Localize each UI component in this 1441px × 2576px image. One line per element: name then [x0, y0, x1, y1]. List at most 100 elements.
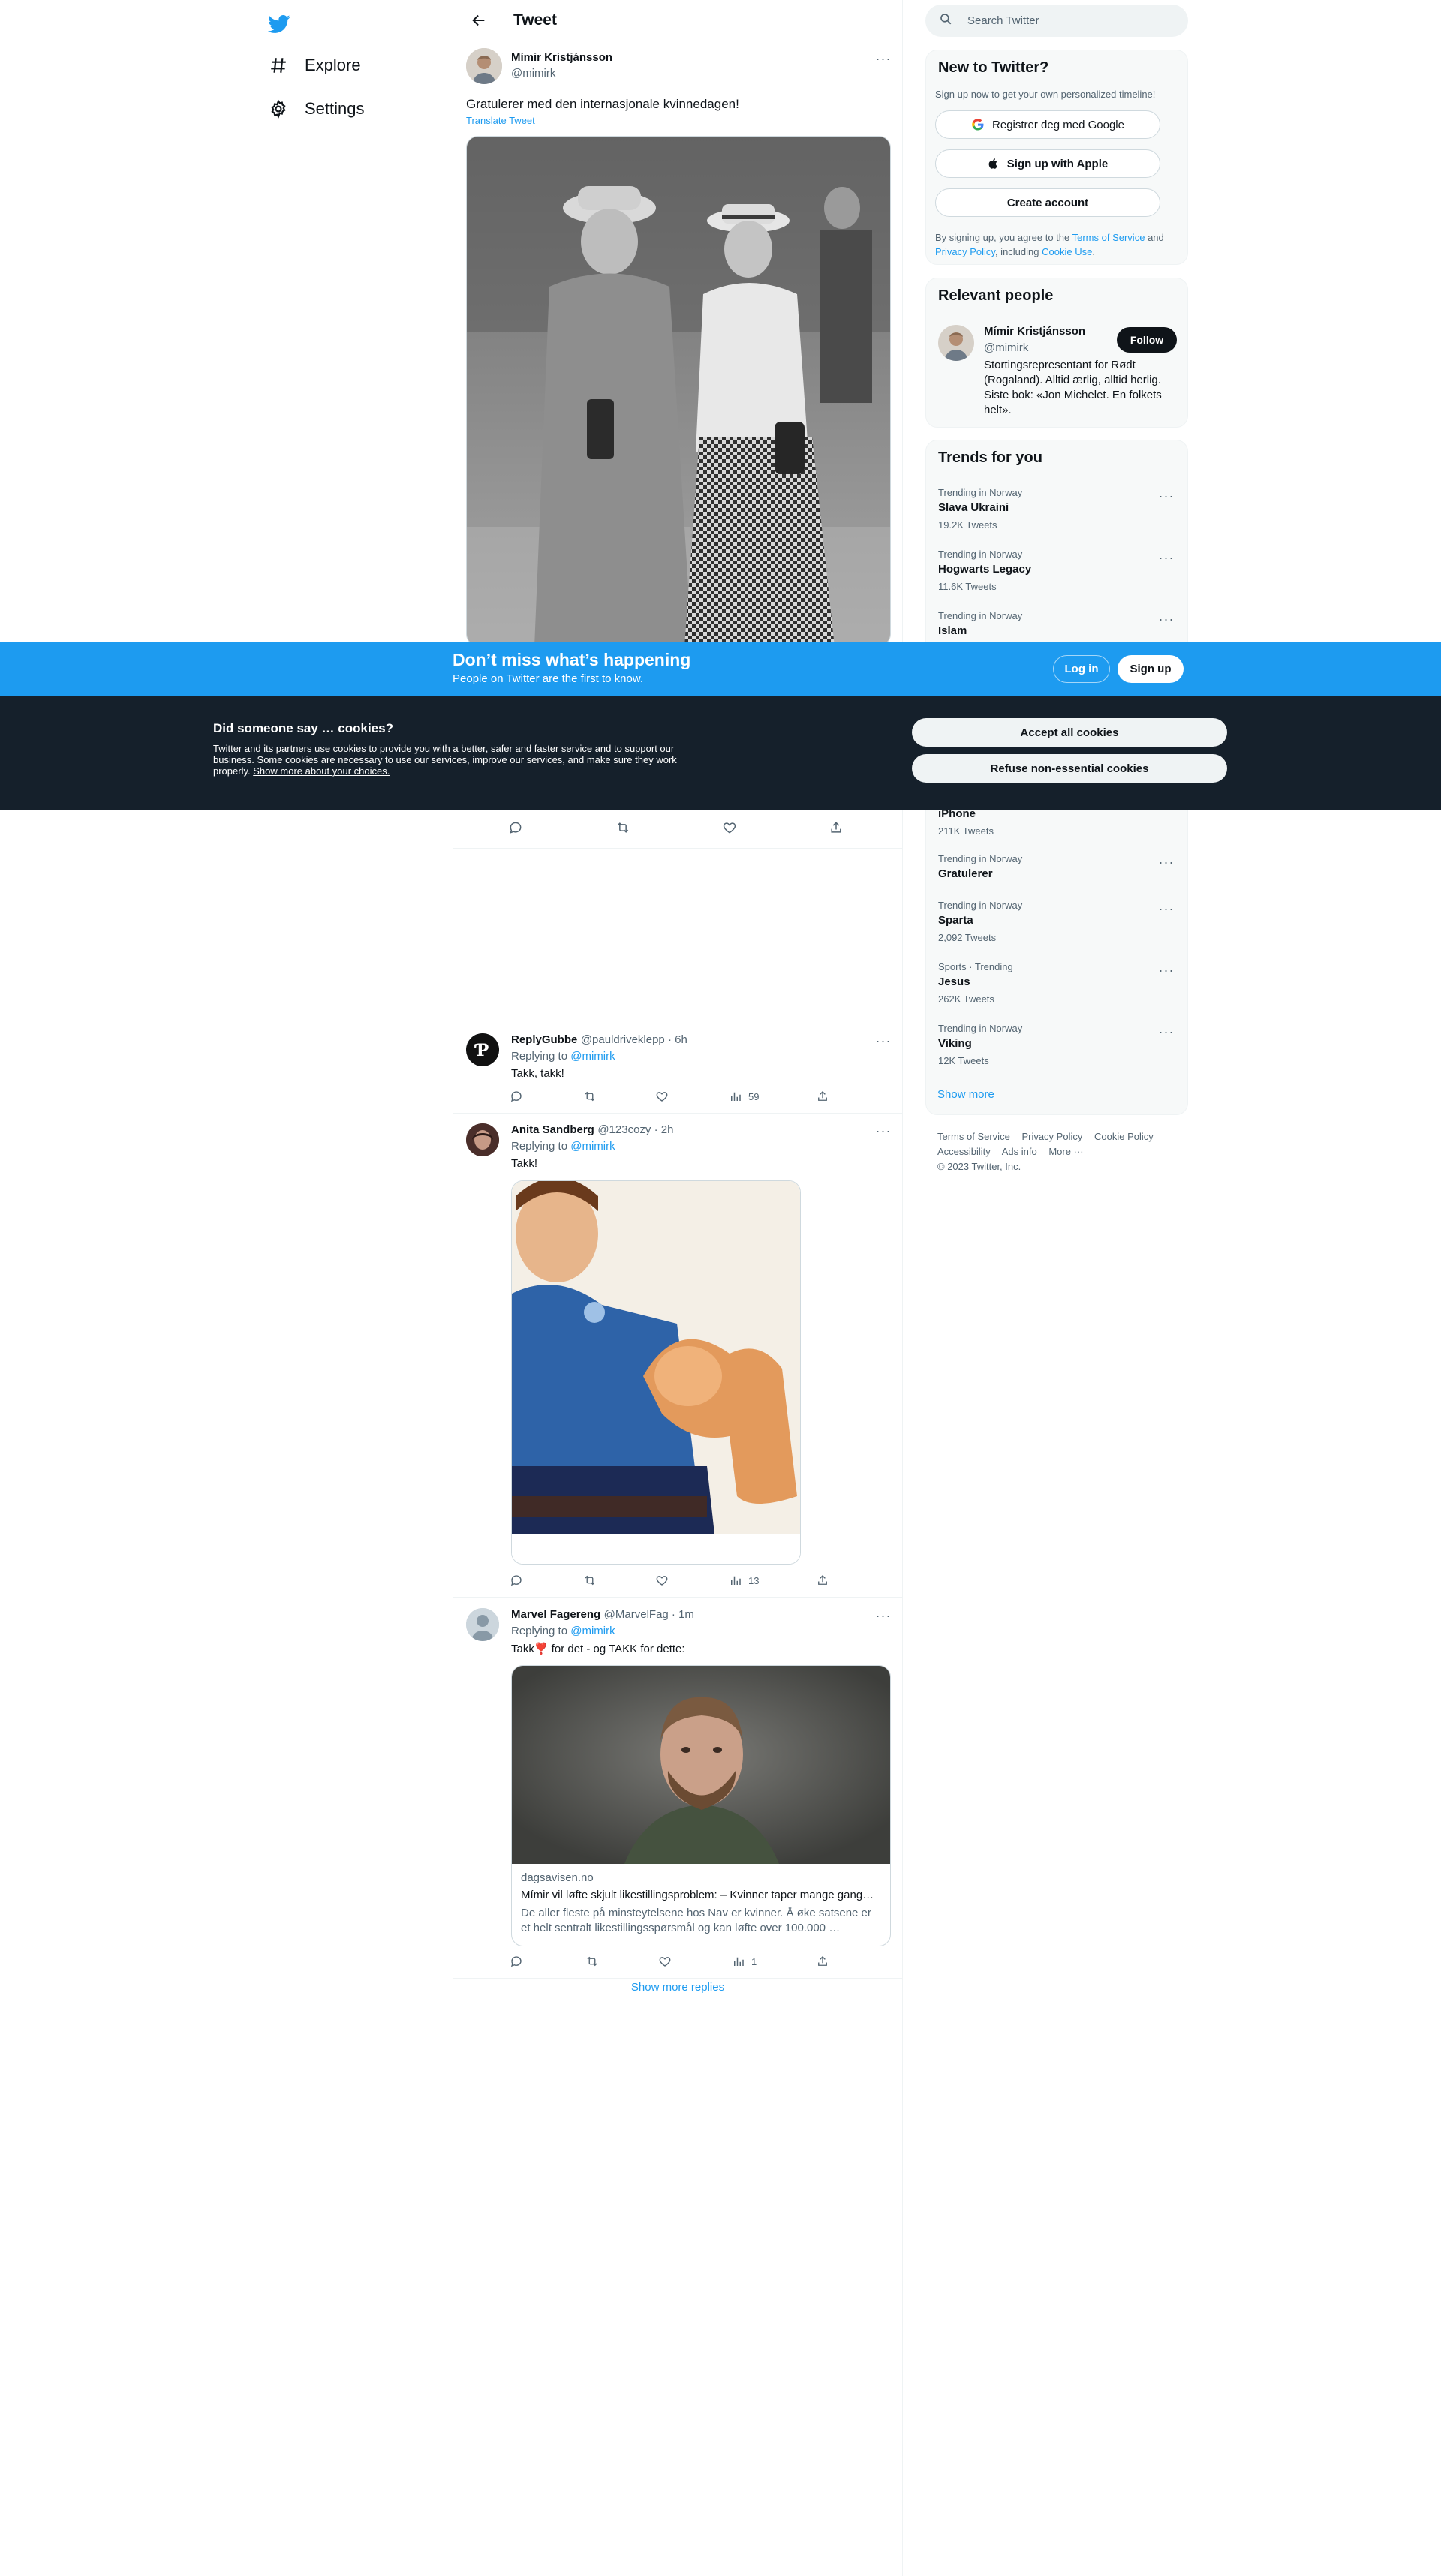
- reply-header: Anita Sandberg @123cozy · 2h: [511, 1123, 673, 1137]
- more-options-icon[interactable]: ···: [1156, 485, 1177, 506]
- like-button[interactable]: [655, 1574, 669, 1587]
- more-options-icon[interactable]: ···: [873, 48, 894, 69]
- like-button[interactable]: [658, 1955, 672, 1968]
- retweet-button[interactable]: [582, 1090, 597, 1103]
- more-options-icon[interactable]: ···: [1156, 1021, 1177, 1042]
- reply-button[interactable]: [510, 1574, 523, 1587]
- trend-item[interactable]: Trending in Norway Hogwarts Legacy 11.6K…: [926, 549, 1189, 609]
- trend-name: Islam: [938, 624, 967, 637]
- nav-item-explore[interactable]: Explore: [258, 44, 370, 86]
- terms-link[interactable]: Terms of Service: [1072, 232, 1145, 243]
- retweet-button[interactable]: [582, 1574, 597, 1587]
- author-name[interactable]: Mímir Kristjánsson: [511, 51, 612, 64]
- cookie-choices-link[interactable]: Show more about your choices.: [253, 765, 390, 777]
- author-avatar[interactable]: [466, 48, 502, 84]
- reply-avatar[interactable]: Ƥ: [466, 1033, 499, 1066]
- apple-signup-button[interactable]: Sign up with Apple: [935, 149, 1160, 178]
- trend-item[interactable]: Sports · Trending Jesus 262K Tweets ···: [926, 961, 1189, 1021]
- reply-author-meta[interactable]: @MarvelFag · 1m: [604, 1608, 694, 1621]
- show-more-replies-link[interactable]: Show more replies: [453, 1981, 902, 1994]
- footer-link-ads-info[interactable]: Ads info: [1002, 1146, 1037, 1157]
- signup-button[interactable]: Sign up: [1118, 655, 1184, 683]
- trend-item[interactable]: Trending in Norway Slava Ukraini 19.2K T…: [926, 487, 1189, 547]
- heart-icon: [656, 1576, 668, 1586]
- twitter-logo-icon[interactable]: [263, 8, 296, 41]
- translate-tweet-link[interactable]: Translate Tweet: [466, 115, 535, 126]
- views-count: 59: [748, 1090, 760, 1102]
- reply-author-meta[interactable]: @pauldriveklepp · 6h: [581, 1033, 687, 1046]
- more-options-icon[interactable]: ···: [1156, 609, 1177, 630]
- login-button[interactable]: Log in: [1053, 655, 1110, 683]
- nav-item-label: Settings: [305, 99, 365, 118]
- signup-legal-text: By signing up, you agree to the Terms of…: [935, 230, 1180, 259]
- retweet-button[interactable]: [615, 820, 631, 835]
- trend-context: Trending in Norway: [938, 487, 1023, 498]
- trend-item[interactable]: Trending in Norway Viking 12K Tweets ···: [926, 1023, 1189, 1083]
- reply-author-name[interactable]: ReplyGubbe: [511, 1033, 577, 1046]
- search-input[interactable]: Search Twitter: [967, 14, 1039, 27]
- reply-author-name[interactable]: Anita Sandberg: [511, 1123, 594, 1136]
- default-avatar-icon[interactable]: [466, 1608, 499, 1641]
- follow-button[interactable]: Follow: [1117, 327, 1177, 353]
- refuse-cookies-button[interactable]: Refuse non-essential cookies: [912, 754, 1227, 783]
- footer-link-cookie[interactable]: Cookie Policy: [1094, 1131, 1154, 1142]
- retweet-icon: [585, 1575, 595, 1586]
- like-button[interactable]: [722, 820, 737, 835]
- google-signup-button[interactable]: Registrer deg med Google: [935, 110, 1160, 139]
- reply-button[interactable]: [510, 1955, 523, 1968]
- author-handle[interactable]: @mimirk: [511, 67, 555, 80]
- person-avatar[interactable]: [938, 325, 974, 361]
- mention-link[interactable]: @mimirk: [570, 1140, 615, 1153]
- more-options-icon[interactable]: ···: [1156, 547, 1177, 568]
- reply-avatar[interactable]: [466, 1123, 499, 1156]
- trend-context: Trending in Norway: [938, 1023, 1023, 1034]
- more-options-icon[interactable]: ···: [1156, 898, 1177, 919]
- link-preview-card[interactable]: dagsavisen.no Mímir vil løfte skjult lik…: [511, 1665, 891, 1946]
- reply-text: Takk, takk!: [511, 1067, 564, 1080]
- back-arrow-icon[interactable]: [465, 7, 492, 34]
- more-options-icon[interactable]: ···: [873, 1605, 894, 1626]
- reply-photo[interactable]: [511, 1180, 801, 1565]
- footer-link-terms[interactable]: Terms of Service: [937, 1131, 1010, 1142]
- share-button[interactable]: [816, 1574, 829, 1587]
- share-button[interactable]: [829, 820, 844, 835]
- views-button[interactable]: 59: [729, 1090, 759, 1103]
- person-handle[interactable]: @mimirk: [984, 341, 1028, 354]
- create-account-button[interactable]: Create account: [935, 188, 1160, 217]
- footer-link-accessibility[interactable]: Accessibility: [937, 1146, 991, 1157]
- footer-links: Terms of Service Privacy Policy Cookie P…: [937, 1129, 1185, 1174]
- reply-author-meta[interactable]: @123cozy · 2h: [597, 1123, 673, 1136]
- reply-button[interactable]: [510, 1090, 523, 1103]
- reply-button[interactable]: [508, 820, 523, 835]
- relevant-people-panel: Relevant people Mímir Kristjánsson @mimi…: [925, 278, 1188, 428]
- accept-cookies-button[interactable]: Accept all cookies: [912, 718, 1227, 747]
- more-options-icon[interactable]: ···: [873, 1030, 894, 1051]
- tweet-photo[interactable]: [466, 136, 891, 646]
- share-button[interactable]: [816, 1090, 829, 1103]
- footer-link-privacy[interactable]: Privacy Policy: [1021, 1131, 1082, 1142]
- more-options-icon[interactable]: ···: [1156, 852, 1177, 873]
- views-count: 13: [748, 1574, 760, 1586]
- nav-item-settings[interactable]: Settings: [258, 88, 374, 130]
- trend-count: 262K Tweets: [938, 993, 994, 1005]
- retweet-button[interactable]: [585, 1955, 600, 1968]
- cookie-use-link[interactable]: Cookie Use: [1042, 246, 1092, 257]
- replying-to: Replying to @mimirk: [511, 1625, 615, 1637]
- footer-link-more[interactable]: More ···: [1048, 1146, 1083, 1157]
- like-button[interactable]: [655, 1090, 669, 1103]
- privacy-link[interactable]: Privacy Policy: [935, 246, 995, 257]
- apple-icon: [988, 157, 1000, 170]
- trend-item[interactable]: Trending in Norway Sparta 2,092 Tweets ·…: [926, 900, 1189, 960]
- show-more-trends-link[interactable]: Show more: [937, 1088, 994, 1101]
- reply-author-name[interactable]: Marvel Fagereng: [511, 1608, 600, 1621]
- share-button[interactable]: [816, 1955, 829, 1968]
- views-button[interactable]: 1: [732, 1955, 757, 1968]
- mention-link[interactable]: @mimirk: [570, 1050, 615, 1063]
- main-column: Tweet Mímir Kristjánsson @mimirk ··· Gra…: [453, 0, 903, 2576]
- search-box[interactable]: Search Twitter: [925, 5, 1188, 37]
- more-options-icon[interactable]: ···: [1156, 960, 1177, 981]
- views-button[interactable]: 13: [729, 1574, 759, 1587]
- mention-link[interactable]: @mimirk: [570, 1625, 615, 1637]
- more-options-icon[interactable]: ···: [873, 1120, 894, 1141]
- person-name[interactable]: Mímir Kristjánsson: [984, 325, 1085, 338]
